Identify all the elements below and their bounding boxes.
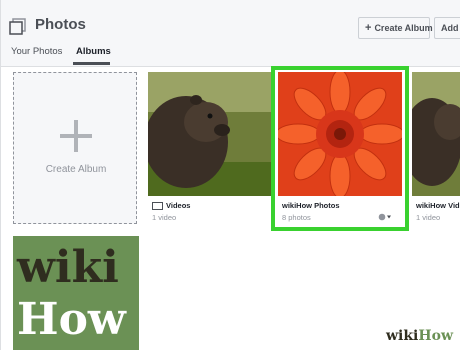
add-photos-button[interactable]: Add P xyxy=(434,17,460,39)
album-name[interactable]: Videos xyxy=(152,201,191,211)
album-name-text: Videos xyxy=(166,201,191,210)
album-videos[interactable]: Videos 1 video xyxy=(148,72,272,224)
wikihow-logo-top: wiki xyxy=(17,242,119,293)
album-count: 1 video xyxy=(152,213,177,222)
watermark-part-1: wiki xyxy=(385,328,419,344)
album-name[interactable]: wikiHow Vide xyxy=(416,201,460,210)
tab-your-photos[interactable]: Your Photos xyxy=(11,46,62,57)
page-title: Photos xyxy=(35,16,86,33)
album-thumbnail-groundhog xyxy=(148,72,272,196)
video-icon xyxy=(152,202,163,211)
create-album-card[interactable]: Create Album xyxy=(13,72,137,224)
album-wikihow-videos[interactable]: wikiHow Vide 1 video xyxy=(412,72,460,224)
wikihow-logo-tile: wiki How xyxy=(13,236,139,350)
create-album-card-label: Create Album xyxy=(45,164,107,175)
tab-albums[interactable]: Albums xyxy=(76,46,111,57)
photos-header: Photos +Create Album Add P Your Photos A… xyxy=(1,0,460,67)
album-highlight-frame xyxy=(271,66,409,231)
album-thumbnail-groundhog xyxy=(412,72,460,196)
photos-icon xyxy=(9,18,26,35)
wikihow-watermark: wikiHow xyxy=(386,328,453,344)
create-album-button-label: Create Album xyxy=(374,23,433,33)
album-count: 1 video xyxy=(416,213,441,222)
watermark-part-2: How xyxy=(418,328,453,344)
create-album-button[interactable]: + Create Album xyxy=(358,17,433,39)
plus-icon: + xyxy=(365,22,372,34)
plus-icon xyxy=(60,120,92,152)
wikihow-logo-bottom: How xyxy=(17,294,126,345)
active-tab-indicator xyxy=(73,62,110,65)
photos-panel: Photos +Create Album Add P Your Photos A… xyxy=(0,0,460,350)
add-photos-button-label: Add P xyxy=(441,23,460,33)
